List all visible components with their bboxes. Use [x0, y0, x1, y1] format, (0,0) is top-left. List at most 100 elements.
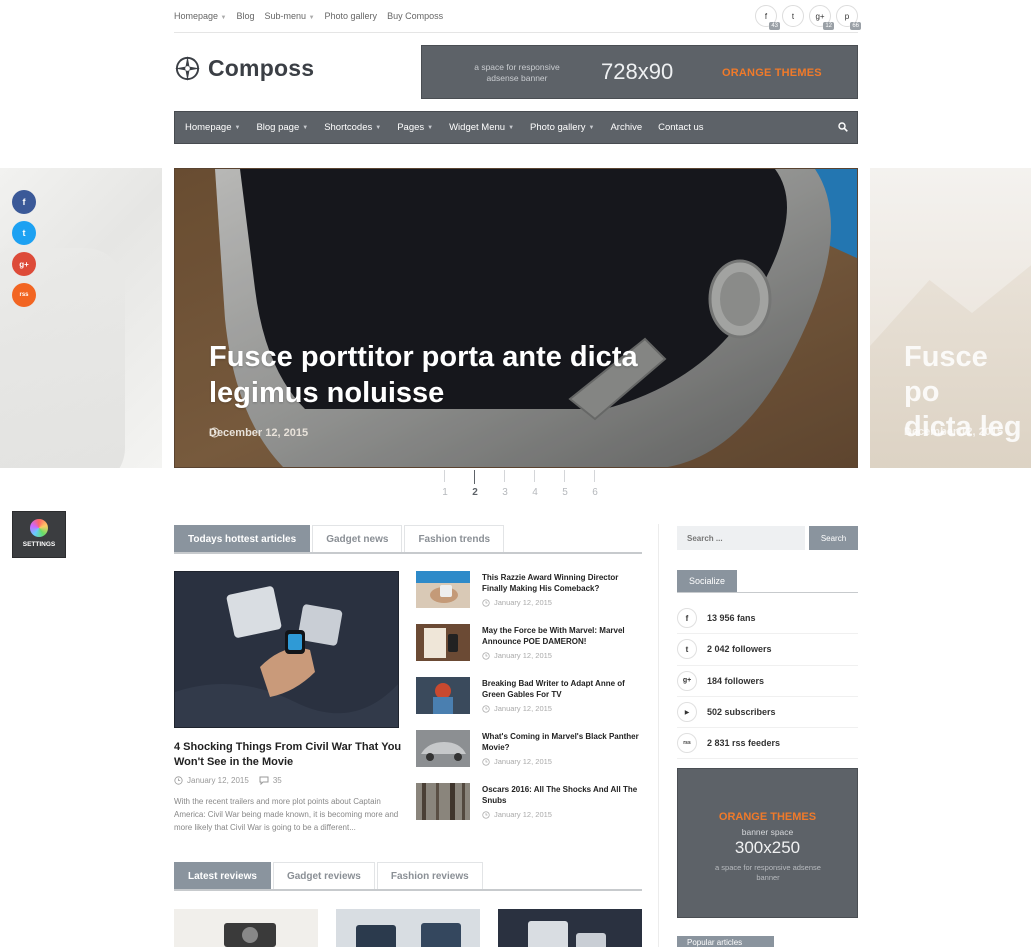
top-nav-blog[interactable]: Blog [237, 11, 255, 21]
article-title[interactable]: Oscars 2016: All The Shocks And All The … [482, 784, 644, 806]
top-nav: Homepage ▼ Blog Sub-menu ▼ Photo gallery… [174, 11, 443, 21]
slider-page-5[interactable]: 5 [550, 470, 580, 498]
socialize-text: 2 831 rss feeders [707, 738, 781, 749]
color-wheel-icon [30, 519, 48, 537]
featured-date: January 12, 2015 [174, 776, 249, 785]
ad-banner-300[interactable]: ORANGE THEMES banner space 300x250 a spa… [677, 768, 858, 918]
article-title[interactable]: May the Force be With Marvel: Marvel Ann… [482, 625, 644, 647]
top-social: f 43 t g+ 12 p 66 [755, 5, 861, 30]
slider-page-2[interactable]: 2 [460, 470, 490, 498]
article-title[interactable]: What's Coming in Marvel's Black Panther … [482, 731, 644, 753]
top-bar: Homepage ▼ Blog Sub-menu ▼ Photo gallery… [174, 0, 861, 33]
article-title[interactable]: Breaking Bad Writer to Adapt Anne of Gre… [482, 678, 644, 700]
article-thumbnail[interactable] [416, 571, 470, 608]
list-item[interactable]: This Razzie Award Winning Director Final… [416, 571, 646, 624]
ad-banner-brand: ORANGE THEMES [722, 67, 822, 79]
hero-date-text: December 12, 2015 [209, 427, 309, 439]
top-nav-homepage[interactable]: Homepage ▼ [174, 11, 227, 21]
review-thumbnail[interactable] [174, 909, 318, 947]
top-nav-photo-gallery[interactable]: Photo gallery [325, 11, 378, 21]
nav-item-pages[interactable]: Pages ▼ [397, 122, 433, 133]
twitter-icon[interactable]: t [12, 221, 36, 245]
top-nav-sub-menu[interactable]: Sub-menu ▼ [265, 11, 315, 21]
socialize-text: 2 042 followers [707, 644, 772, 655]
list-item[interactable]: Oscars 2016: All The Shocks And All The … [416, 783, 646, 836]
article-thumbnail[interactable] [416, 783, 470, 820]
socialize-row-youtube[interactable]: ▶ 502 subscribers [677, 697, 858, 729]
chevron-down-icon: ▼ [427, 124, 434, 131]
tab-gadget-news[interactable]: Gadget news [312, 525, 403, 552]
popular-articles-header: Popular articles [677, 936, 774, 947]
featured-comments[interactable]: 35 [259, 776, 282, 785]
nav-item-blog-page[interactable]: Blog page ▼ [256, 122, 308, 133]
article-thumbnail[interactable] [416, 624, 470, 661]
slider-pager: 1 2 3 4 5 6 [430, 470, 610, 498]
google-plus-glyph: g+ [815, 11, 825, 21]
google-plus-icon[interactable]: g+ [12, 252, 36, 276]
tab-todays-hottest[interactable]: Todays hottest articles [174, 525, 311, 552]
article-list: This Razzie Award Winning Director Final… [416, 571, 646, 836]
nav-item-shortcodes[interactable]: Shortcodes ▼ [324, 122, 381, 133]
nav-item-photo-gallery[interactable]: Photo gallery ▼ [530, 122, 594, 133]
nav-item-homepage[interactable]: Homepage ▼ [185, 122, 240, 133]
next-slide-date: December 12, 2015 [904, 426, 1004, 438]
nav-item-widget-menu[interactable]: Widget Menu ▼ [449, 122, 514, 133]
socialize-row-rss[interactable]: rss 2 831 rss feeders [677, 728, 858, 760]
featured-image[interactable] [174, 571, 399, 728]
twitter-glyph: t [791, 11, 795, 21]
clock-icon [482, 704, 490, 713]
settings-label: SETTINGS [22, 541, 56, 548]
list-item[interactable]: What's Coming in Marvel's Black Panther … [416, 730, 646, 783]
nav-label: Shortcodes [324, 122, 373, 133]
article-thumbnail[interactable] [416, 677, 470, 714]
article-date: January 12, 2015 [482, 757, 552, 766]
chevron-down-icon: ▼ [234, 124, 241, 131]
compass-icon [174, 55, 201, 82]
socialize-row-twitter[interactable]: t 2 042 followers [677, 634, 858, 666]
review-thumbnail[interactable] [498, 909, 642, 947]
search-button[interactable]: Search [809, 526, 858, 550]
search-input[interactable]: Search ... [677, 526, 805, 550]
article-title[interactable]: This Razzie Award Winning Director Final… [482, 572, 644, 594]
article-date: January 12, 2015 [482, 810, 552, 819]
slider-page-6[interactable]: 6 [580, 470, 610, 498]
ad-banner-caption: a space for responsive adsense banner [474, 62, 560, 83]
slider-page-3[interactable]: 3 [490, 470, 520, 498]
ad-banner-728[interactable]: a space for responsive adsense banner 72… [421, 45, 858, 99]
nav-label: Contact us [658, 122, 704, 133]
slider-page-1[interactable]: 1 [430, 470, 460, 498]
site-logo[interactable]: Composs [174, 55, 314, 82]
hero-title[interactable]: Fusce porttitor porta ante dicta legimus… [209, 339, 679, 411]
tab-fashion-reviews[interactable]: Fashion reviews [376, 862, 483, 889]
twitter-icon[interactable]: t [782, 5, 804, 27]
comment-icon [259, 776, 269, 785]
main-nav: Homepage ▼ Blog page ▼ Shortcodes ▼ Pages ▼ … [174, 111, 858, 144]
socialize-row-google-plus[interactable]: g+ 184 followers [677, 666, 858, 697]
tab-gadget-reviews[interactable]: Gadget reviews [272, 862, 375, 889]
facebook-icon[interactable]: f [12, 190, 36, 214]
google-plus-icon[interactable]: g+ 12 [809, 5, 834, 30]
nav-item-contact-us[interactable]: Contact us [658, 122, 703, 133]
slider-hero[interactable]: Fusce porttitor porta ante dicta legimus… [174, 168, 858, 468]
nav-label: Archive [610, 122, 643, 133]
facebook-glyph: f [764, 11, 768, 21]
article-thumbnail[interactable] [416, 730, 470, 767]
tab-fashion-trends[interactable]: Fashion trends [404, 525, 505, 552]
socialize-row-facebook[interactable]: f 13 956 fans [677, 603, 858, 635]
youtube-icon: ▶ [677, 702, 697, 723]
pinterest-icon[interactable]: p 66 [836, 5, 861, 30]
review-thumbnail[interactable] [336, 909, 480, 947]
settings-button[interactable]: SETTINGS [12, 511, 66, 558]
rss-icon[interactable]: rss [12, 283, 36, 307]
facebook-icon[interactable]: f 43 [755, 5, 780, 30]
google-plus-icon: g+ [677, 670, 697, 691]
top-nav-buy-composs[interactable]: Buy Composs [387, 11, 443, 21]
nav-item-archive[interactable]: Archive [610, 122, 642, 133]
search-icon[interactable] [838, 122, 848, 132]
tab-latest-reviews[interactable]: Latest reviews [174, 862, 271, 889]
featured-title[interactable]: 4 Shocking Things From Civil War That Yo… [174, 740, 404, 770]
list-item[interactable]: Breaking Bad Writer to Adapt Anne of Gre… [416, 677, 646, 730]
slider-next-slide[interactable]: Fusce po dicta leg December 12, 2015 [870, 168, 1031, 468]
slider-page-4[interactable]: 4 [520, 470, 550, 498]
list-item[interactable]: May the Force be With Marvel: Marvel Ann… [416, 624, 646, 677]
